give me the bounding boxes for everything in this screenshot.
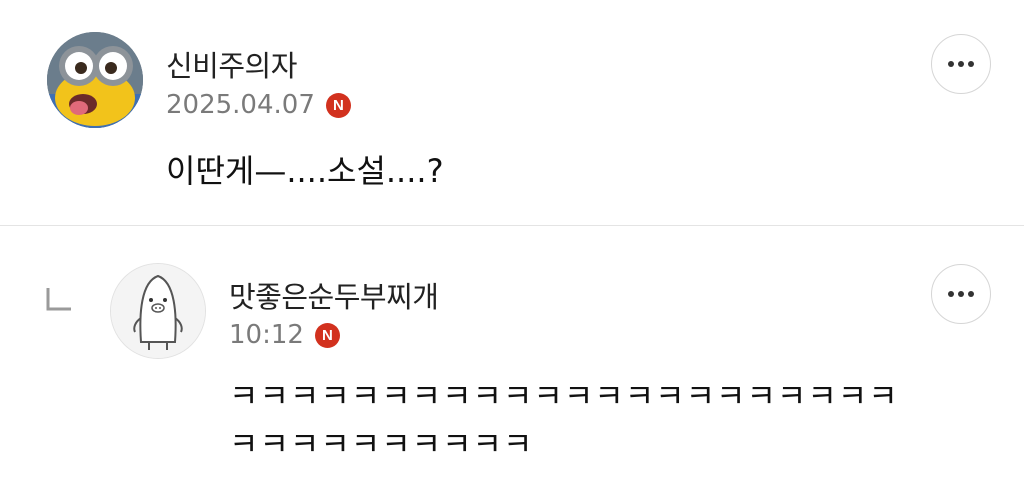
avatar[interactable]: [110, 263, 206, 359]
comment-item: 신비주의자 2025.04.07 N 이딴게—....소설....?: [0, 0, 1024, 226]
comment-text-line: ㅋㅋㅋㅋㅋㅋㅋㅋㅋㅋㅋㅋㅋㅋㅋㅋㅋㅋㅋㅋㅋㅋ: [229, 377, 899, 415]
reply-arrow-icon: [46, 288, 71, 311]
comment-text: 이딴게—....소설....?: [166, 152, 444, 190]
comment-meta: 2025.04.07 N: [166, 90, 351, 120]
avatar-penguin-image: [111, 264, 205, 358]
more-options-button[interactable]: [931, 34, 991, 94]
comment-text-line: ㅋㅋㅋㅋㅋㅋㅋㅋㅋㅋ: [229, 425, 534, 463]
more-dot: [958, 61, 964, 67]
comment-date: 2025.04.07: [166, 90, 315, 120]
more-dot: [968, 61, 974, 67]
divider: [0, 225, 1024, 226]
more-horizontal-icon: [948, 61, 954, 67]
naver-n-badge-icon: N: [325, 92, 351, 118]
comment-author[interactable]: 신비주의자: [166, 43, 297, 85]
comment-text: ㅋㅋㅋㅋㅋㅋㅋㅋㅋㅋㅋㅋㅋㅋㅋㅋㅋㅋㅋㅋㅋㅋ ㅋㅋㅋㅋㅋㅋㅋㅋㅋㅋ: [229, 372, 899, 468]
comment-author[interactable]: 맛좋은순두부찌개: [229, 274, 439, 316]
comment-meta: 10:12 N: [229, 320, 340, 350]
comment-list: 신비주의자 2025.04.07 N 이딴게—....소설....? 맛좋은순두…: [0, 0, 1024, 500]
more-dot: [968, 291, 974, 297]
more-dot: [958, 291, 964, 297]
more-options-button[interactable]: [931, 264, 991, 324]
comment-date: 10:12: [229, 320, 304, 350]
naver-n-badge-icon: N: [314, 322, 340, 348]
more-horizontal-icon: [948, 291, 954, 297]
avatar-minion-image: [47, 32, 143, 128]
avatar[interactable]: [47, 32, 143, 128]
